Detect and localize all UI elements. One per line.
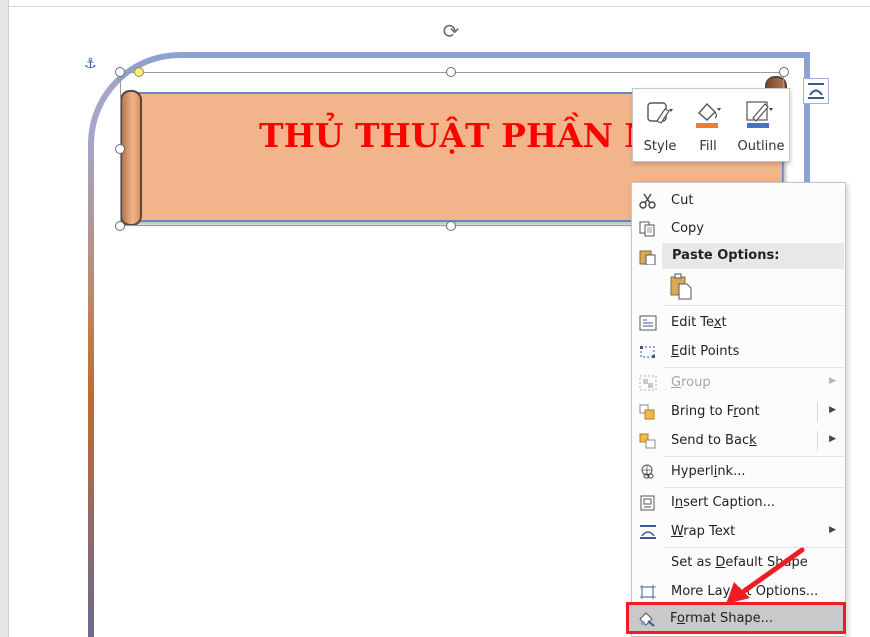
menu-item-bring-to-front[interactable]: Bring to Front ▶ <box>633 398 844 426</box>
menu-item-edit-points[interactable]: Edit Points <box>633 338 844 366</box>
adjust-handle[interactable] <box>134 67 144 77</box>
shape-style-icon <box>647 102 673 124</box>
anchor-icon: ⚓ <box>84 56 97 72</box>
red-arrow-annotation <box>726 547 805 604</box>
layout-options-button[interactable] <box>803 78 829 104</box>
paste-keep-formatting-icon <box>670 273 692 300</box>
style-button[interactable]: Style <box>637 95 683 157</box>
layout-options-icon <box>640 585 656 599</box>
resize-handle-top-right[interactable] <box>779 67 789 77</box>
copy-icon <box>639 221 655 237</box>
hyperlink-icon <box>641 464 654 479</box>
wrap-text-icon <box>640 525 656 539</box>
outline-pen-icon <box>746 101 773 128</box>
outline-button[interactable]: Outline <box>733 95 789 157</box>
menu-label-edit-text: Edit Text <box>671 315 727 330</box>
menu-label-bring-to-front: Bring to Front <box>671 404 760 419</box>
menu-item-send-to-back[interactable]: Send to Back ▶ <box>633 427 844 455</box>
menu-label-copy: Copy <box>671 221 704 236</box>
outline-label: Outline <box>737 139 785 154</box>
menu-separator <box>664 487 844 488</box>
menu-item-copy[interactable]: Copy <box>633 215 844 243</box>
menu-label-group: Group <box>671 375 711 390</box>
menu-label-edit-points: Edit Points <box>671 344 740 359</box>
paste-keep-formatting-button[interactable] <box>668 273 694 301</box>
style-label: Style <box>643 139 677 154</box>
page-border-left <box>88 140 94 637</box>
page-top-edge <box>9 6 870 7</box>
menu-item-group[interactable]: Group ▶ <box>633 369 844 397</box>
resize-handle-bottom[interactable] <box>446 221 456 231</box>
menu-separator <box>664 456 844 457</box>
resize-handle-top-left[interactable] <box>115 67 125 77</box>
menu-separator <box>664 305 844 306</box>
menu-label-hyperlink: Hyperlink... <box>671 464 746 479</box>
page-border-right <box>804 52 810 182</box>
menu-label-send-to-back: Send to Back <box>671 433 757 448</box>
submenu-arrow-icon: ▶ <box>829 376 836 386</box>
split-divider <box>817 402 818 422</box>
send-to-back-icon <box>639 433 656 449</box>
menu-label-insert-caption: Insert Caption... <box>671 495 776 510</box>
page-border-top <box>270 52 810 58</box>
fill-bucket-icon <box>696 102 721 128</box>
layout-options-icon <box>808 83 824 99</box>
menu-item-edit-text[interactable]: Edit Text <box>633 309 844 337</box>
menu-separator <box>664 367 844 368</box>
edit-text-icon <box>639 315 657 331</box>
menu-label-cut: Cut <box>671 193 694 208</box>
menu-item-wrap-text[interactable]: Wrap Text ▶ <box>633 518 844 546</box>
paste-options-label: Paste Options: <box>672 248 780 263</box>
edit-points-icon <box>640 346 655 358</box>
mini-toolbar: Style Fill Outline <box>632 88 790 162</box>
menu-label-wrap-text: Wrap Text <box>671 524 736 539</box>
submenu-arrow-icon[interactable]: ▶ <box>829 434 836 444</box>
menu-item-cut[interactable]: Cut <box>633 187 844 215</box>
submenu-arrow-icon: ▶ <box>829 525 836 535</box>
split-divider <box>817 431 818 451</box>
resize-handle-left[interactable] <box>115 144 125 154</box>
menu-item-hyperlink[interactable]: Hyperlink... <box>633 458 844 486</box>
insert-caption-icon <box>640 495 655 511</box>
submenu-arrow-icon[interactable]: ▶ <box>829 405 836 415</box>
resize-handle-top[interactable] <box>446 67 456 77</box>
paste-options-header: Paste Options: <box>662 243 844 269</box>
left-margin-bar <box>0 0 8 637</box>
bring-to-front-icon <box>639 404 655 420</box>
rotate-handle-icon[interactable]: ⟳ <box>440 20 462 42</box>
fill-button[interactable]: Fill <box>685 95 731 157</box>
red-highlight-box <box>626 602 846 634</box>
scissors-icon <box>639 193 656 209</box>
paste-icon <box>639 250 656 265</box>
fill-label: Fill <box>699 139 717 154</box>
menu-item-insert-caption[interactable]: Insert Caption... <box>633 489 844 517</box>
group-icon <box>639 375 657 391</box>
resize-handle-bottom-left[interactable] <box>115 221 125 231</box>
